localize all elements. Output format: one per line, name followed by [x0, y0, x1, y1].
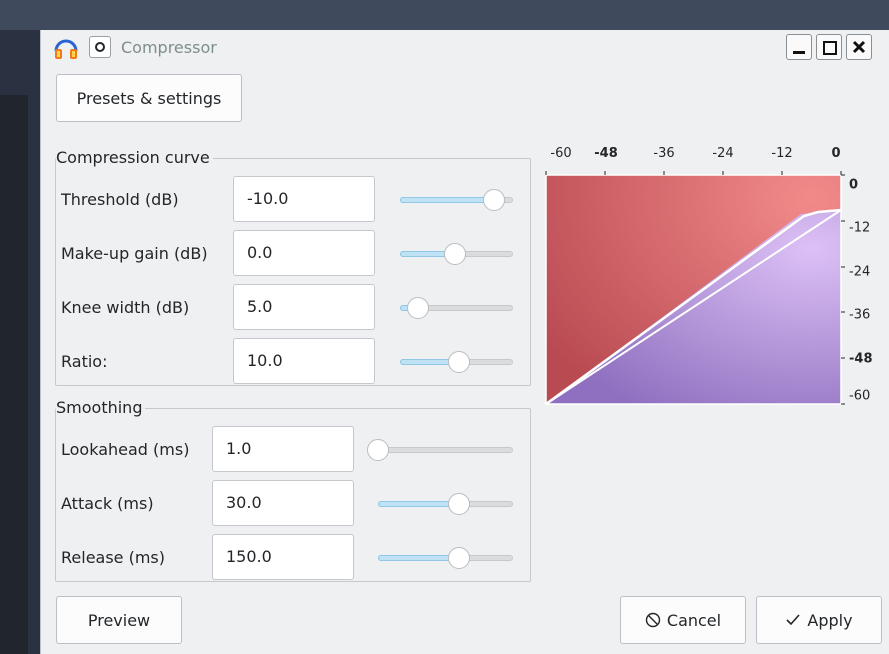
- lookahead-slider[interactable]: [366, 439, 513, 461]
- x-tick-label: -24: [712, 146, 734, 161]
- minimize-button[interactable]: [786, 34, 812, 60]
- knee-width-label: Knee width (dB): [61, 298, 190, 317]
- checkmark-icon: [786, 614, 801, 626]
- ratio-slider[interactable]: [400, 351, 513, 373]
- background-panel-dark: [0, 95, 28, 654]
- x-tick-label: -60: [550, 146, 572, 161]
- lookahead-input[interactable]: 1.0: [212, 426, 354, 472]
- ratio-label: Ratio:: [61, 352, 108, 371]
- close-button[interactable]: [846, 34, 872, 60]
- release-input[interactable]: 150.0: [212, 534, 354, 580]
- background-waveform: [0, 0, 889, 30]
- release-label: Release (ms): [61, 548, 166, 567]
- y-tick-label: -60: [849, 388, 871, 404]
- threshold-slider[interactable]: [400, 189, 513, 211]
- title-bar[interactable]: Compressor: [41, 30, 889, 66]
- release-slider[interactable]: [378, 547, 513, 569]
- makeup-gain-slider[interactable]: [400, 243, 513, 265]
- pin-icon[interactable]: [89, 36, 111, 58]
- no-entry-icon: [645, 612, 661, 628]
- apply-button[interactable]: Apply: [756, 596, 882, 644]
- close-icon: [852, 40, 866, 54]
- window-title: Compressor: [121, 38, 217, 57]
- compression-curve-title: Compression curve: [56, 148, 213, 167]
- cancel-button[interactable]: Cancel: [620, 596, 746, 644]
- apply-label: Apply: [807, 610, 853, 630]
- preview-button[interactable]: Preview: [56, 596, 182, 644]
- threshold-label: Threshold (dB): [61, 190, 179, 209]
- compression-curve-graph: -60 -48 -36 -24 -12 0 0 -12 -24 -36 -48 …: [545, 146, 873, 406]
- headphones-icon: [54, 39, 78, 59]
- makeup-gain-label: Make-up gain (dB): [61, 244, 208, 263]
- attack-input[interactable]: 30.0: [212, 480, 354, 526]
- x-tick-label: -36: [653, 146, 675, 161]
- threshold-input[interactable]: -10.0: [233, 176, 375, 222]
- smoothing-title: Smoothing: [56, 398, 146, 417]
- makeup-gain-input[interactable]: 0.0: [233, 230, 375, 276]
- presets-settings-button[interactable]: Presets & settings: [56, 74, 242, 122]
- y-tick-label: 0: [849, 177, 859, 193]
- lookahead-label: Lookahead (ms): [61, 440, 190, 459]
- curve-plot: [545, 171, 845, 406]
- attack-slider[interactable]: [378, 493, 513, 515]
- x-tick-label: 0: [831, 146, 841, 161]
- maximize-button[interactable]: [816, 34, 842, 60]
- x-tick-label: -48: [594, 146, 618, 161]
- attack-label: Attack (ms): [61, 494, 154, 513]
- y-tick-label: -36: [849, 307, 871, 323]
- y-tick-label: -48: [849, 351, 873, 367]
- y-tick-label: -24: [849, 264, 871, 280]
- knee-width-input[interactable]: 5.0: [233, 284, 375, 330]
- ratio-input[interactable]: 10.0: [233, 338, 375, 384]
- x-tick-label: -12: [771, 146, 793, 161]
- cancel-label: Cancel: [666, 610, 722, 630]
- compressor-dialog: Compressor Presets & settings Compressio…: [40, 30, 889, 654]
- y-tick-label: -12: [849, 220, 871, 236]
- knee-width-slider[interactable]: [400, 297, 513, 319]
